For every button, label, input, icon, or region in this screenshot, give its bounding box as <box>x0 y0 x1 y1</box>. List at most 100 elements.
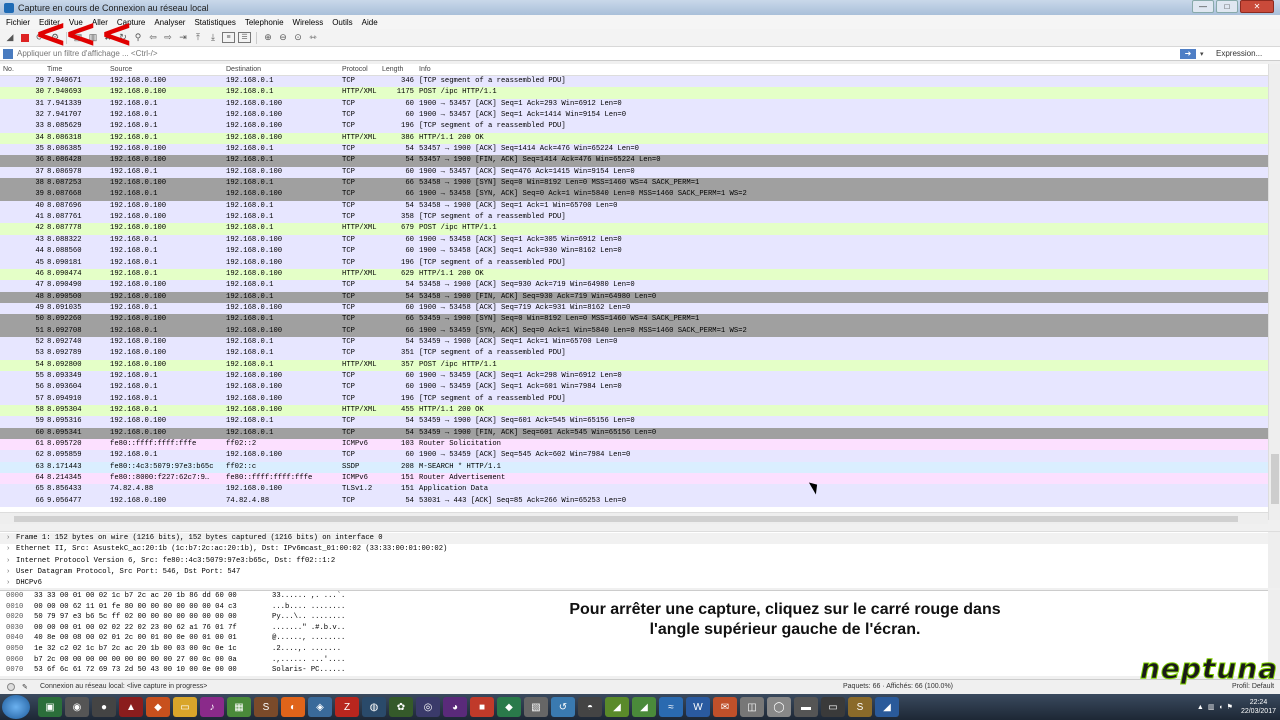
scrollbar-thumb[interactable] <box>1271 454 1279 504</box>
packet-row[interactable]: 35 8.086385 192.168.0.100 192.168.0.1 TCP 54 5… <box>0 144 1268 156</box>
bytes-ascii[interactable]: 33...... ,. ...`. <box>272 591 345 602</box>
firefox-icon[interactable]: ◐ <box>281 697 305 717</box>
shark-fin-start-icon[interactable]: ◢ <box>4 32 16 44</box>
display-filter-input[interactable] <box>17 47 1180 60</box>
bytes-ascii[interactable]: ...b.... ........ <box>272 602 345 613</box>
bytes-ascii[interactable]: .2....,. ....... <box>272 644 341 655</box>
volume-icon[interactable]: ◖ <box>1218 704 1222 711</box>
app-icon[interactable]: ◕ <box>443 697 467 717</box>
packet-row[interactable]: 33 8.085629 192.168.0.1 192.168.0.100 TCP 196… <box>0 121 1268 133</box>
packet-row[interactable]: 37 8.086978 192.168.0.1 192.168.0.100 TCP 60 1… <box>0 166 1268 179</box>
packet-row[interactable]: 43 8.088322 192.168.0.1 192.168.0.100 TCP 60 1… <box>0 234 1268 247</box>
menu-item[interactable]: Fichier <box>6 18 30 27</box>
packet-row[interactable]: 30 7.940693 192.168.0.100 192.168.0.1 HTTP/X… <box>0 87 1268 99</box>
app-icon[interactable]: ▦ <box>227 697 251 717</box>
folder-icon[interactable]: ▭ <box>173 697 197 717</box>
network-icon[interactable]: ▥ <box>1208 703 1215 711</box>
app-icon[interactable]: S <box>848 697 872 717</box>
detail-tree-item[interactable]: Ethernet II, Src: AsustekC_ac:20:1b (1c:… <box>0 544 1268 556</box>
bytes-hex[interactable]: b7 2c 00 00 00 00 00 00 00 00 00 27 00 0… <box>34 655 237 666</box>
packet-row[interactable]: 53 8.092789 192.168.0.100 192.168.0.1 TCP 351… <box>0 348 1268 360</box>
taskbar-clock[interactable]: 22:24 22/03/2017 <box>1241 698 1276 716</box>
expression-button[interactable]: Expression... <box>1210 49 1280 58</box>
detail-tree-item[interactable]: Internet Protocol Version 6, Src: fe80::… <box>0 556 1268 568</box>
close-button[interactable]: ✕ <box>1240 0 1274 13</box>
menu-item[interactable]: Wireless <box>293 18 324 27</box>
app-icon[interactable]: ≈ <box>659 697 683 717</box>
packet-row[interactable]: 62 8.095859 192.168.0.1 192.168.0.100 TCP 60 1… <box>0 450 1268 462</box>
app-icon[interactable]: ◫ <box>740 697 764 717</box>
filter-dropdown-icon[interactable]: ▾ <box>1200 50 1210 58</box>
tray-icon[interactable]: ▲ <box>1197 704 1204 711</box>
flag-icon[interactable]: ⚑ <box>1227 703 1233 711</box>
packet-row[interactable]: 60 8.095341 192.168.0.100 192.168.0.1 TCP 54 5… <box>0 427 1268 439</box>
menu-item[interactable]: Statistiques <box>194 18 235 27</box>
capture-comment-icon[interactable]: ✎ <box>22 683 28 691</box>
go-to-packet-icon[interactable]: ⇥ <box>177 32 189 44</box>
packet-row[interactable]: 64 8.214345 fe80::8000:f227:62c7:9… fe80::f… <box>0 473 1268 485</box>
colorize-icon[interactable]: ☰ <box>238 32 251 43</box>
app-icon[interactable]: ■ <box>470 697 494 717</box>
find-packet-icon[interactable]: ⚲ <box>132 32 144 44</box>
go-back-icon[interactable]: ⇦ <box>147 32 159 44</box>
app-icon[interactable]: ◯ <box>767 697 791 717</box>
scrollbar-thumb[interactable] <box>14 516 1238 522</box>
app-icon[interactable]: ◆ <box>497 697 521 717</box>
app-icon[interactable]: ◢ <box>632 697 656 717</box>
packet-row[interactable]: 38 8.087253 192.168.0.100 192.168.0.1 TCP 66 5… <box>0 178 1268 190</box>
app-icon[interactable]: ✉ <box>713 697 737 717</box>
menu-item[interactable]: Analyser <box>154 18 185 27</box>
column-header-protocol[interactable]: Protocol <box>342 66 368 73</box>
bytes-off[interactable]: 0000 <box>6 591 23 602</box>
zoom-out-icon[interactable]: ⊖ <box>277 32 289 44</box>
app-icon[interactable]: ▲ <box>119 697 143 717</box>
word-icon[interactable]: W <box>686 697 710 717</box>
app-icon[interactable]: ▧ <box>524 697 548 717</box>
detail-tree-item[interactable]: Frame 1: 152 bytes on wire (1216 bits), … <box>0 533 1268 545</box>
packet-row[interactable]: 56 8.093604 192.168.0.1 192.168.0.100 TCP 60 1… <box>0 382 1268 394</box>
menu-item[interactable]: Telephonie <box>245 18 284 27</box>
packet-row[interactable]: 61 8.095720 fe80::ffff:ffff:fffe ff02::2 ICM… <box>0 439 1268 451</box>
bytes-off[interactable]: 0060 <box>6 655 23 666</box>
packet-row[interactable]: 44 8.088560 192.168.0.1 192.168.0.100 TCP 60 1… <box>0 246 1268 258</box>
packet-row[interactable]: 50 8.092260 192.168.0.100 192.168.0.1 TCP 66 5… <box>0 314 1268 326</box>
packet-row[interactable]: 32 7.941707 192.168.0.1 192.168.0.100 TCP 60 1… <box>0 110 1268 122</box>
app-icon[interactable]: ♪ <box>200 697 224 717</box>
bytes-hex[interactable]: 53 6f 6c 61 72 69 73 2d 50 43 00 10 00 0… <box>34 665 237 676</box>
pane-splitter[interactable] <box>0 524 1280 532</box>
menu-item[interactable]: Outils <box>332 18 352 27</box>
maximize-button[interactable]: □ <box>1216 0 1238 13</box>
app-icon[interactable]: ◎ <box>416 697 440 717</box>
packet-row[interactable]: 54 8.092800 192.168.0.100 192.168.0.1 HTTP/X… <box>0 359 1268 371</box>
packet-row[interactable]: 36 8.086428 192.168.0.100 192.168.0.1 TCP 54 5… <box>0 155 1268 167</box>
bytes-ascii[interactable]: ......." .#.b.v.. <box>272 623 345 634</box>
bytes-off[interactable]: 0040 <box>6 633 23 644</box>
app-icon[interactable]: ◢ <box>605 697 629 717</box>
bytes-off[interactable]: 0070 <box>6 665 23 676</box>
packet-row[interactable]: 63 8.171443 fe80::4c3:5079:97e3:b65c ff02::… <box>0 461 1268 474</box>
column-header-source[interactable]: Source <box>110 66 132 73</box>
autoscroll-icon[interactable]: ≡ <box>222 32 235 43</box>
app-icon[interactable]: ▭ <box>821 697 845 717</box>
column-header-destination[interactable]: Destination <box>226 66 261 73</box>
minimize-button[interactable]: — <box>1192 0 1214 13</box>
detail-tree-item[interactable]: User Datagram Protocol, Src Port: 546, D… <box>0 567 1268 579</box>
column-header-length[interactable]: Length <box>382 66 403 73</box>
packet-row[interactable]: 65 8.856433 74.82.4.88 192.168.0.100 TLSv1.2… <box>0 484 1268 496</box>
wireshark-taskbar-icon[interactable]: ◢ <box>875 697 899 717</box>
bytes-off[interactable]: 0020 <box>6 612 23 623</box>
resize-columns-icon[interactable]: ⇿ <box>307 32 319 44</box>
last-packet-icon[interactable]: ⤓ <box>207 32 219 44</box>
packet-row[interactable]: 40 8.087696 192.168.0.100 192.168.0.1 TCP 54 5… <box>0 200 1268 213</box>
stop-capture-icon[interactable] <box>21 33 29 42</box>
bytes-ascii[interactable]: @......, ........ <box>272 633 345 644</box>
menu-item[interactable]: Aide <box>362 18 378 27</box>
app-icon[interactable]: ● <box>92 697 116 717</box>
packet-row[interactable]: 31 7.941339 192.168.0.1 192.168.0.100 TCP 60 1… <box>0 98 1268 111</box>
bytes-hex[interactable]: 00 00 00 62 11 01 fe 80 00 00 00 00 00 0… <box>34 602 237 613</box>
bytes-hex[interactable]: 50 79 97 e3 b6 5c ff 02 00 00 00 00 00 0… <box>34 612 237 623</box>
start-button-icon[interactable] <box>2 695 30 719</box>
packet-row[interactable]: 66 9.056477 192.168.0.100 74.82.4.88 TCP 54 53… <box>0 495 1268 508</box>
packet-row[interactable]: 29 7.940671 192.168.0.100 192.168.0.1 TCP 346… <box>0 76 1268 88</box>
bytes-ascii[interactable]: .,...... ...'.... <box>272 655 345 666</box>
